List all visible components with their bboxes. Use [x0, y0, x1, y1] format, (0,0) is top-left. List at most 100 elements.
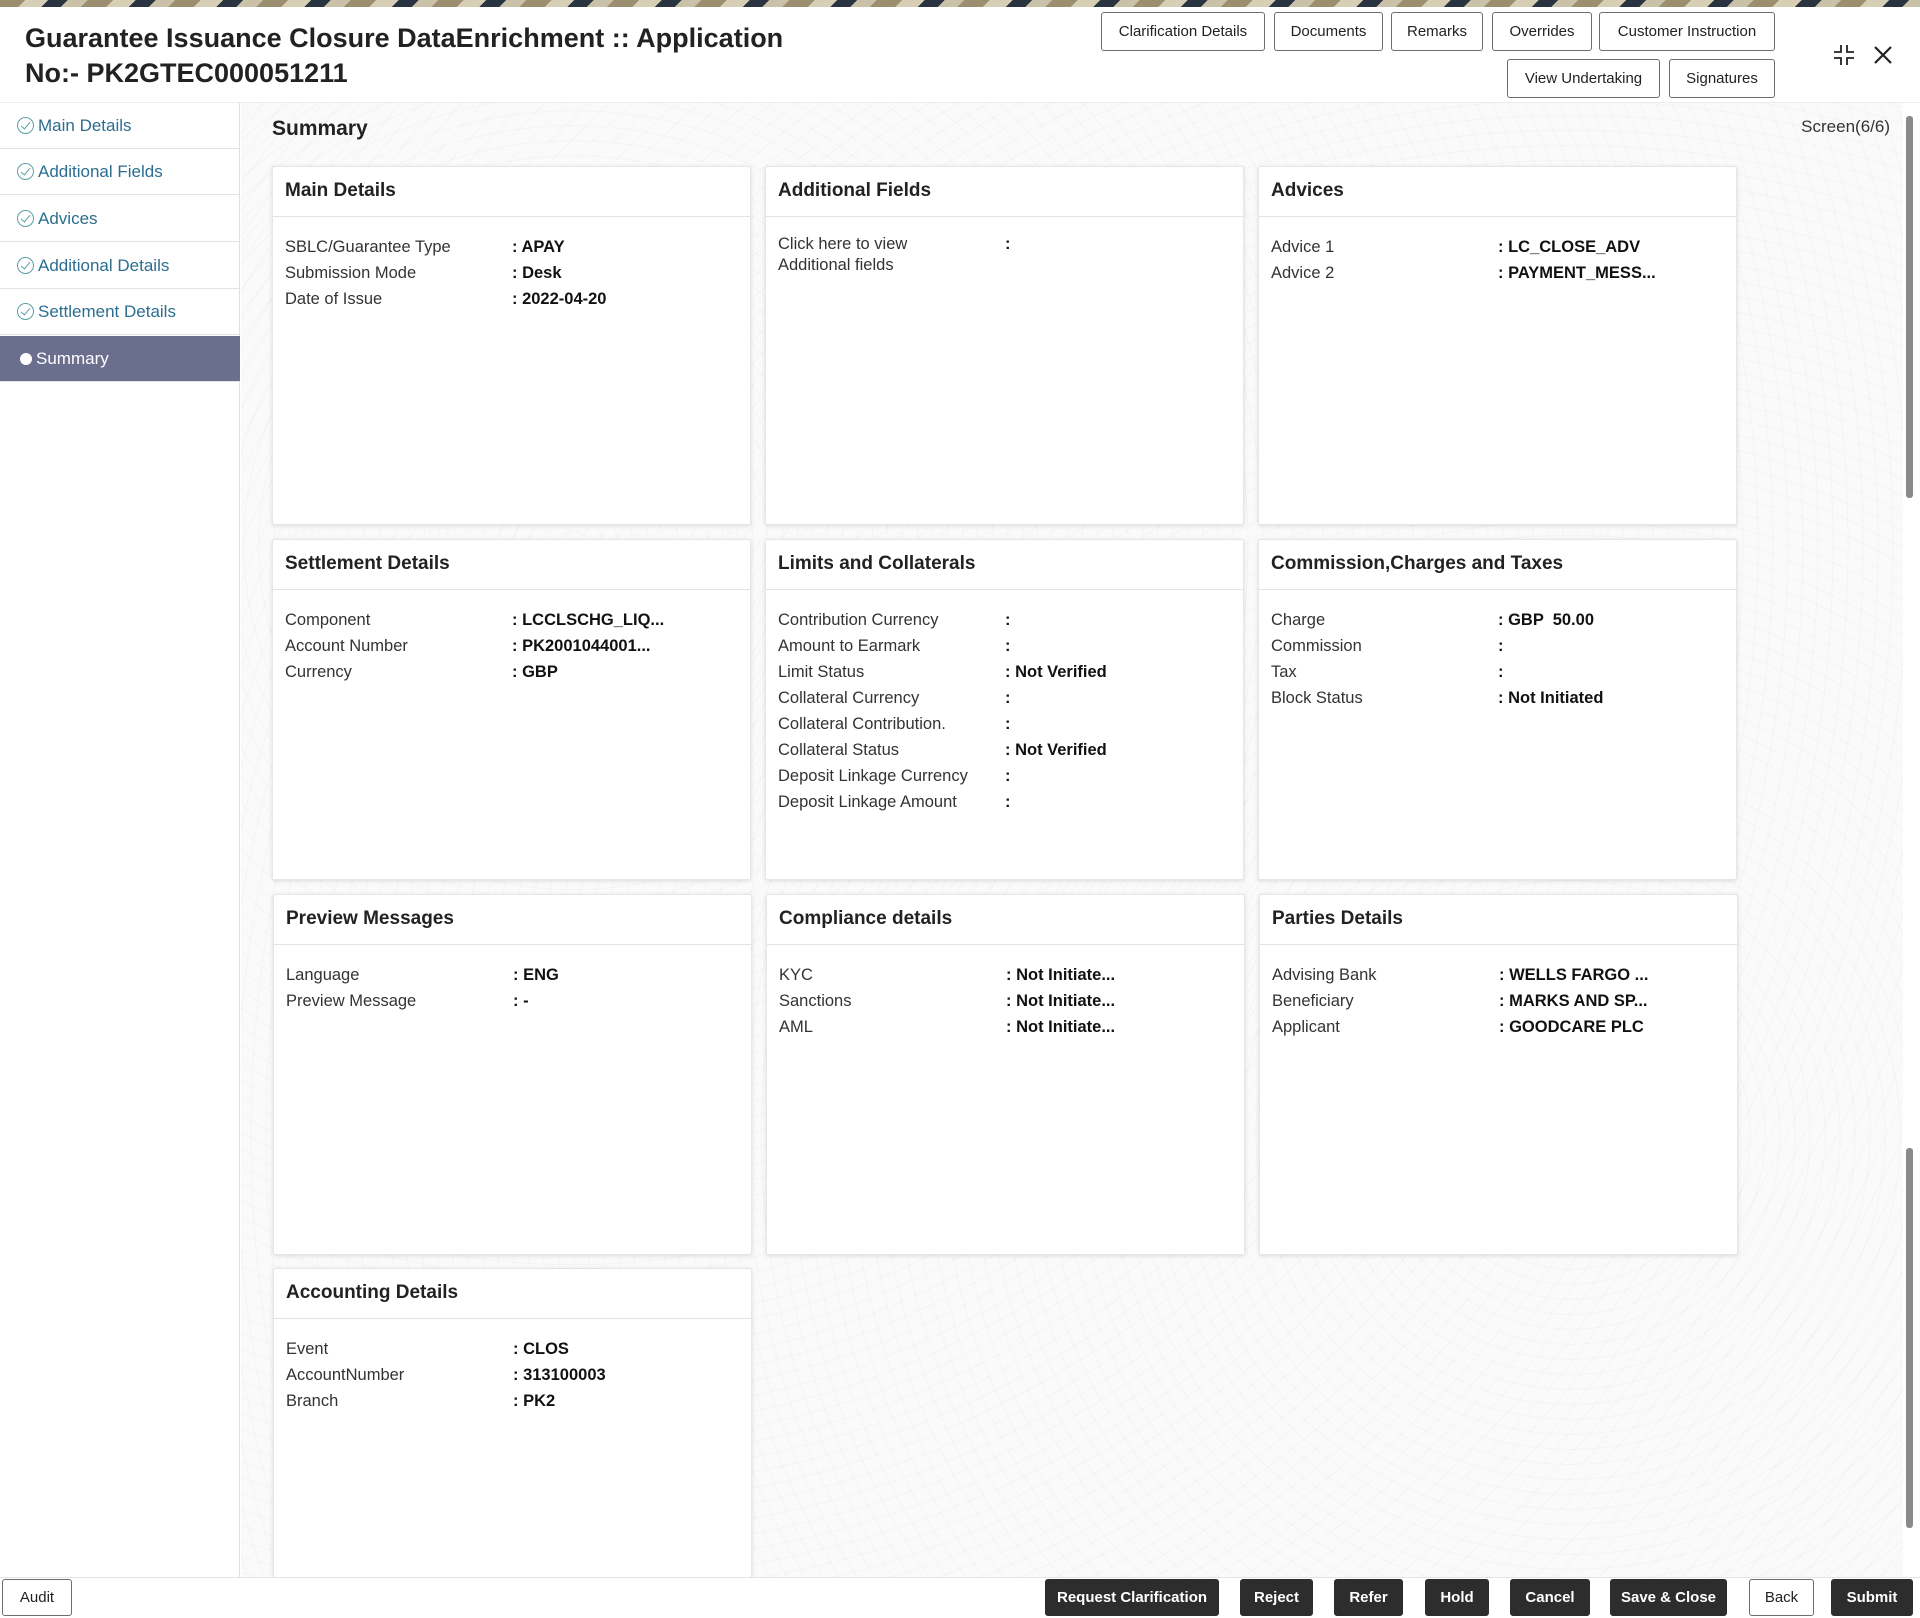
card-title: Settlement Details [273, 540, 750, 590]
save-and-close-button[interactable]: Save & Close [1610, 1579, 1727, 1616]
check-circle-icon [17, 117, 34, 134]
commission-charges-taxes-card[interactable]: Commission,Charges and Taxes Charge: GBP… [1258, 539, 1737, 880]
detail-row: Collateral Currency: [778, 685, 1231, 711]
documents-button[interactable]: Documents [1274, 12, 1383, 51]
submit-button[interactable]: Submit [1831, 1579, 1913, 1616]
request-clarification-button[interactable]: Request Clarification [1045, 1579, 1219, 1616]
top-banner-strip [0, 0, 1920, 7]
field-value: : CLOS [513, 1340, 569, 1358]
field-label: Language [286, 966, 360, 984]
detail-row: AccountNumber: 313100003 [286, 1362, 739, 1388]
header: Guarantee Issuance Closure DataEnrichmen… [0, 7, 1920, 103]
detail-row: Commission: [1271, 633, 1724, 659]
detail-row: Amount to Earmark: [778, 633, 1231, 659]
field-value: : MARKS AND SP... [1499, 992, 1648, 1010]
summary-panel: Summary Screen(6/6) Main Details SBLC/Gu… [241, 103, 1903, 1577]
check-circle-icon [17, 303, 34, 320]
field-value: : Not Initiate... [1006, 966, 1116, 984]
clarification-details-button[interactable]: Clarification Details [1101, 12, 1265, 51]
field-value: : PK2 [513, 1392, 556, 1410]
field-label: Submission Mode [285, 264, 417, 282]
detail-row: Deposit Linkage Amount: [778, 789, 1231, 815]
accounting-details-card[interactable]: Accounting Details Event: CLOS AccountNu… [273, 1268, 752, 1577]
field-label: Advice 2 [1271, 264, 1335, 282]
detail-row: Contribution Currency: [778, 607, 1231, 633]
detail-row: Block Status: Not Initiated [1271, 685, 1724, 711]
field-value: : 313100003 [513, 1366, 606, 1384]
compliance-details-card[interactable]: Compliance details KYC: Not Initiate... … [766, 894, 1245, 1255]
card-title: Additional Fields [766, 167, 1243, 217]
sidebar-item-main-details[interactable]: Main Details [0, 103, 240, 149]
field-value: : [1005, 689, 1011, 707]
hold-button[interactable]: Hold [1425, 1579, 1489, 1616]
field-value: : [1005, 235, 1011, 253]
settlement-details-card[interactable]: Settlement Details Component: LCCLSCHG_L… [272, 539, 751, 880]
detail-row: Event: CLOS [286, 1336, 739, 1362]
field-value: : ENG [513, 966, 559, 984]
field-value: : GOODCARE PLC [1499, 1018, 1644, 1036]
field-label: Collateral Currency [778, 689, 920, 707]
scrollbar-thumb-upper[interactable] [1906, 116, 1913, 498]
advices-card[interactable]: Advices Advice 1: LC_CLOSE_ADV Advice 2:… [1258, 166, 1737, 525]
field-label: Deposit Linkage Currency [778, 767, 968, 785]
sidebar-item-advices[interactable]: Advices [0, 196, 240, 242]
detail-row: Beneficiary: MARKS AND SP... [1272, 988, 1725, 1014]
detail-row: AML : Not Initiate... [779, 1014, 1232, 1040]
field-value: : [1005, 637, 1011, 655]
sidebar-item-summary[interactable]: Summary [0, 336, 240, 382]
view-undertaking-button[interactable]: View Undertaking [1507, 59, 1660, 98]
field-value: : Not Initiate... [1006, 1018, 1116, 1036]
field-label: Contribution Currency [778, 611, 939, 629]
sidebar-item-additional-fields[interactable]: Additional Fields [0, 149, 240, 195]
field-label: Collateral Status [778, 741, 900, 759]
back-button[interactable]: Back [1749, 1579, 1814, 1616]
preview-messages-card[interactable]: Preview Messages Language: ENG Preview M… [273, 894, 752, 1255]
parties-details-card[interactable]: Parties Details Advising Bank: WELLS FAR… [1259, 894, 1738, 1255]
detail-row: Advising Bank: WELLS FARGO ... [1272, 962, 1725, 988]
audit-button[interactable]: Audit [2, 1579, 72, 1616]
limits-and-collaterals-card[interactable]: Limits and Collaterals Contribution Curr… [765, 539, 1244, 880]
field-label: Account Number [285, 637, 408, 655]
detail-row: Submission Mode: Desk [285, 260, 738, 286]
field-label: Branch [286, 1392, 339, 1410]
overrides-button[interactable]: Overrides [1492, 12, 1592, 51]
sidebar-item-label: Summary [36, 348, 109, 368]
view-additional-fields-link[interactable]: Click here to view Additional fields [778, 234, 1005, 276]
field-value: : [1498, 637, 1504, 655]
field-value: : [1005, 611, 1011, 629]
field-label: Charge [1271, 611, 1326, 629]
detail-row: Applicant : GOODCARE PLC [1272, 1014, 1725, 1040]
minimize-icon-glyph [1834, 45, 1854, 65]
main-details-card[interactable]: Main Details SBLC/Guarantee Type: APAY S… [272, 166, 751, 525]
field-value: : [1005, 715, 1011, 733]
customer-instruction-button[interactable]: Customer Instruction [1599, 12, 1775, 51]
screen-indicator: Screen(6/6) [1801, 117, 1890, 136]
minimize-icon[interactable] [1829, 40, 1859, 70]
field-label: Applicant [1272, 1018, 1340, 1036]
card-title: Main Details [273, 167, 750, 217]
field-label: KYC [779, 966, 813, 984]
detail-row: Currency: GBP [285, 659, 738, 685]
detail-row: Date of Issue: 2022-04-20 [285, 286, 738, 312]
close-icon-glyph [1874, 46, 1892, 64]
field-value: : [1005, 767, 1011, 785]
signatures-button[interactable]: Signatures [1669, 59, 1775, 98]
scrollbar-thumb-lower[interactable] [1906, 1148, 1913, 1528]
refer-button[interactable]: Refer [1334, 1579, 1403, 1616]
sidebar-item-additional-details[interactable]: Additional Details [0, 243, 240, 289]
field-label: Preview Message [286, 992, 417, 1010]
remarks-button[interactable]: Remarks [1391, 12, 1483, 51]
additional-fields-card[interactable]: Additional Fields Click here to view Add… [765, 166, 1244, 525]
sidebar-item-settlement-details[interactable]: Settlement Details [0, 289, 240, 335]
field-label: Block Status [1271, 689, 1363, 707]
cancel-button[interactable]: Cancel [1510, 1579, 1590, 1616]
card-title: Commission,Charges and Taxes [1259, 540, 1736, 590]
field-value: : WELLS FARGO ... [1499, 966, 1649, 984]
reject-button[interactable]: Reject [1240, 1579, 1313, 1616]
field-label: Tax [1271, 663, 1297, 681]
check-circle-icon [17, 163, 34, 180]
sidebar-item-label: Main Details [38, 115, 132, 135]
field-label: AML [779, 1018, 813, 1036]
sidebar-item-label: Additional Fields [38, 161, 163, 181]
close-icon[interactable] [1868, 40, 1898, 70]
